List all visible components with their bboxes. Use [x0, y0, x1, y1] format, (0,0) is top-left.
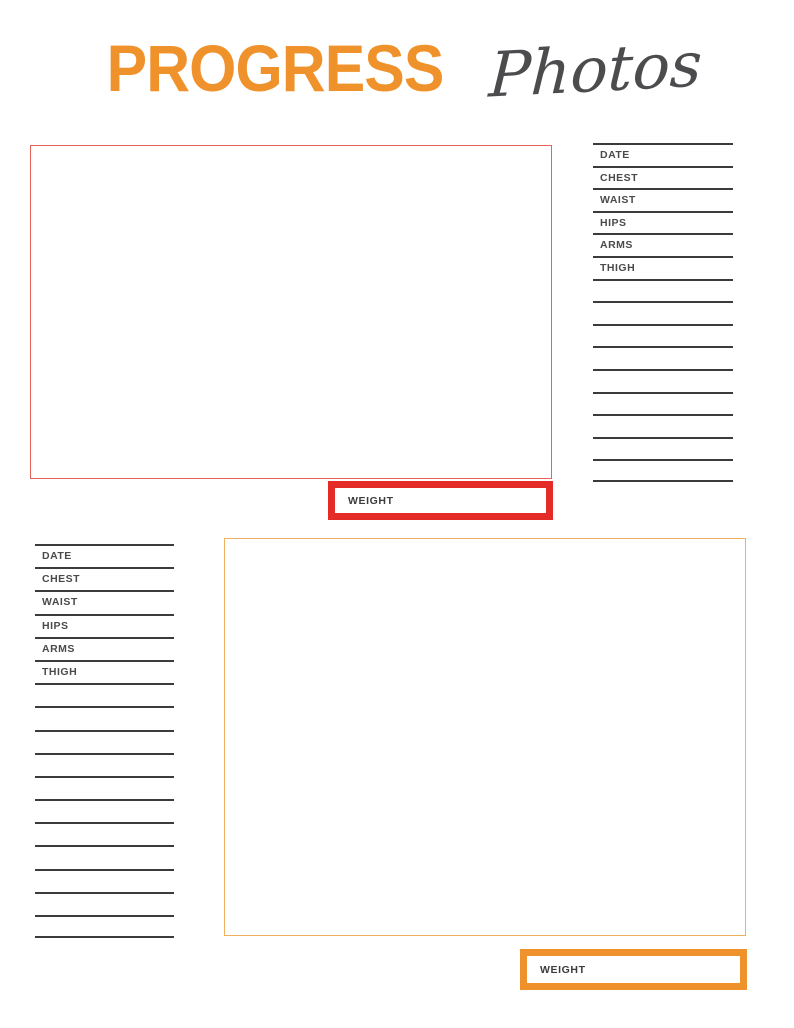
- blank-write-in-line[interactable]: [593, 459, 733, 482]
- measurement-label: DATE: [600, 149, 630, 161]
- measurement-label: THIGH: [600, 261, 636, 274]
- measurement-row[interactable]: CHEST: [35, 567, 174, 590]
- measurement-row[interactable]: HIPS: [593, 210, 733, 234]
- title-progress-word: PROGRESS: [107, 31, 445, 105]
- blank-write-in-line[interactable]: [35, 752, 174, 776]
- blank-write-in-line[interactable]: [593, 301, 733, 324]
- measurement-label: WAIST: [42, 596, 78, 609]
- blank-write-in-line[interactable]: [35, 799, 174, 822]
- photo-placeholder-top[interactable]: [30, 145, 552, 479]
- measurement-label: THIGH: [42, 665, 78, 678]
- measurement-row[interactable]: WAIST: [35, 590, 174, 613]
- measurement-row[interactable]: CHEST: [593, 165, 733, 189]
- blank-write-in-line[interactable]: [593, 414, 733, 437]
- measurement-row[interactable]: THIGH: [35, 659, 174, 683]
- measurement-label: CHEST: [600, 171, 639, 184]
- measurement-label: ARMS: [600, 239, 633, 252]
- measurement-label: HIPS: [600, 216, 627, 229]
- measurement-list-bottom: DATE CHEST WAIST HIPS ARMS THIGH: [35, 544, 174, 939]
- blank-write-in-line[interactable]: [35, 915, 174, 939]
- measurement-label: ARMS: [42, 642, 75, 655]
- blank-write-in-line[interactable]: [35, 822, 174, 845]
- blank-write-in-line[interactable]: [593, 346, 733, 369]
- blank-write-in-line[interactable]: [35, 891, 174, 915]
- blank-write-in-line[interactable]: [35, 683, 174, 706]
- measurement-label: CHEST: [42, 573, 81, 586]
- photo-placeholder-bottom[interactable]: [224, 538, 746, 936]
- measurement-list-top: DATE CHEST WAIST HIPS ARMS THIGH: [593, 143, 733, 482]
- measurement-label: WAIST: [600, 194, 636, 207]
- weight-label-bottom: WEIGHT: [540, 963, 586, 976]
- title-photos-word: Photos: [486, 27, 704, 112]
- measurement-row[interactable]: ARMS: [35, 636, 174, 660]
- weight-field-bottom[interactable]: WEIGHT: [520, 949, 747, 990]
- weight-field-top[interactable]: WEIGHT: [328, 481, 553, 520]
- measurement-label: DATE: [42, 550, 72, 562]
- measurement-row[interactable]: DATE: [35, 544, 174, 567]
- blank-write-in-line[interactable]: [593, 391, 733, 415]
- blank-write-in-line[interactable]: [593, 368, 733, 392]
- measurement-row[interactable]: HIPS: [35, 613, 174, 637]
- measurement-row[interactable]: WAIST: [593, 188, 733, 211]
- measurement-row[interactable]: DATE: [593, 143, 733, 166]
- measurement-label: HIPS: [42, 619, 69, 632]
- blank-write-in-line[interactable]: [35, 706, 174, 729]
- weight-label-top: WEIGHT: [348, 494, 394, 507]
- blank-write-in-line[interactable]: [35, 729, 174, 753]
- blank-write-in-line[interactable]: [35, 775, 174, 799]
- blank-write-in-line[interactable]: [35, 845, 174, 868]
- blank-write-in-line[interactable]: [35, 868, 174, 892]
- measurement-row[interactable]: ARMS: [593, 233, 733, 256]
- measurement-row[interactable]: THIGH: [593, 255, 733, 279]
- page-title: PROGRESS Photos: [0, 18, 794, 118]
- blank-write-in-line[interactable]: [593, 278, 733, 302]
- blank-write-in-line[interactable]: [593, 323, 733, 347]
- blank-write-in-line[interactable]: [593, 436, 733, 460]
